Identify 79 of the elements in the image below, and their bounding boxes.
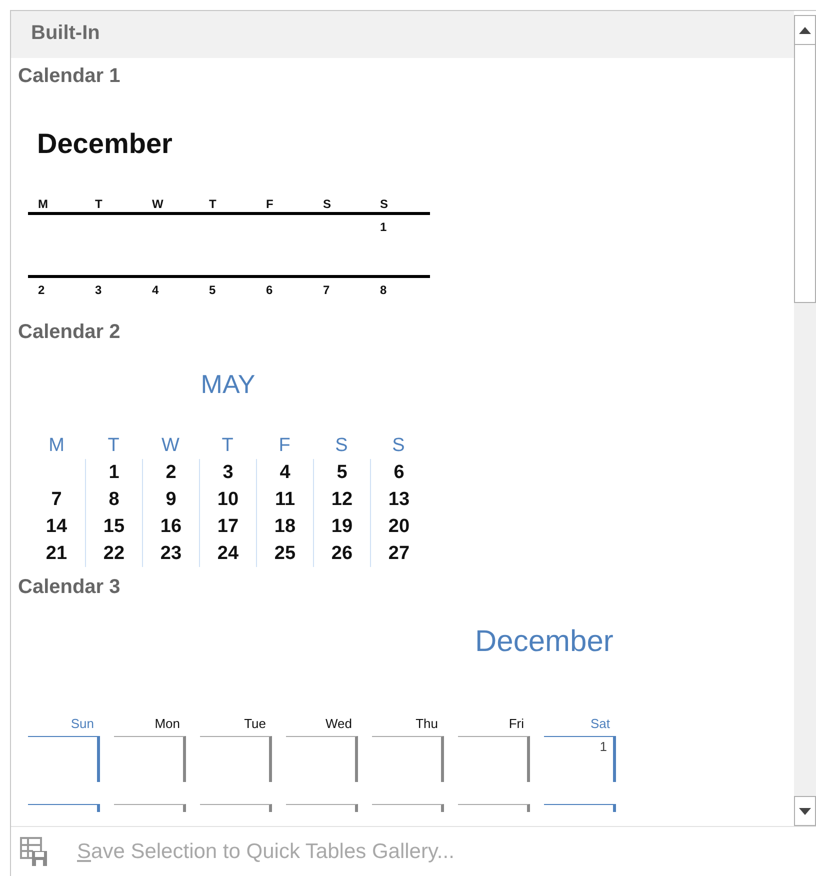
- day-number: 2: [38, 283, 45, 297]
- weekday-label: T: [208, 196, 218, 212]
- weekday-label: S: [322, 196, 332, 212]
- weekday-label: Sat: [590, 716, 610, 731]
- day-number: 13: [388, 489, 410, 510]
- weekday-label: S: [392, 435, 405, 456]
- weekday-label: M: [48, 435, 64, 456]
- weekday-label: F: [265, 196, 274, 212]
- day-number: 7: [323, 283, 330, 297]
- day-number: 4: [152, 283, 159, 297]
- day-cell: [200, 736, 272, 782]
- day-number: 10: [217, 489, 239, 510]
- down-arrow-icon: [799, 808, 811, 814]
- gallery-item-title: Calendar 3: [17, 575, 122, 600]
- weekday-label: Tue: [244, 716, 266, 731]
- weekday-label: Mon: [154, 716, 180, 731]
- group-header: Built-In: [11, 11, 794, 58]
- day-cell: [28, 736, 100, 782]
- weekday-label: T: [94, 196, 104, 212]
- day-cell: [458, 736, 530, 782]
- weekday-label: Thu: [416, 716, 438, 731]
- day-number: 6: [266, 283, 273, 297]
- weekday-label: T: [108, 435, 120, 456]
- weekday-label: F: [278, 435, 290, 456]
- day-number: 5: [209, 283, 216, 297]
- day-number: 9: [166, 489, 176, 510]
- day-number: 4: [280, 462, 290, 483]
- calendar-preview[interactable]: December Sun Mon Tue Wed Thu Fri Sat 1: [11, 606, 794, 812]
- day-number: 1: [600, 739, 607, 754]
- day-number: 12: [331, 489, 353, 510]
- day-cell: [372, 736, 444, 782]
- weekday-label: S: [335, 435, 348, 456]
- day-number: 3: [222, 462, 234, 483]
- day-number: 22: [103, 543, 125, 564]
- day-number: 3: [95, 283, 102, 297]
- gallery-item-title: Calendar 1: [17, 64, 122, 89]
- weekday-label: Fri: [508, 716, 524, 731]
- day-number: 14: [46, 516, 68, 537]
- weekday-label: S: [379, 196, 390, 212]
- month-title: MAY: [200, 369, 256, 399]
- day-number: 23: [160, 543, 182, 564]
- day-number: 11: [274, 489, 296, 510]
- weekday-label: T: [222, 435, 234, 456]
- day-number: 5: [336, 462, 348, 483]
- day-number: 25: [274, 543, 296, 564]
- month-title: December: [36, 127, 174, 161]
- weekday-label: Wed: [326, 716, 352, 731]
- day-number: 24: [217, 543, 239, 564]
- day-number: 21: [46, 543, 68, 564]
- day-number: 6: [394, 462, 404, 483]
- scroll-down-button[interactable]: [794, 796, 816, 826]
- day-cell: [114, 736, 186, 782]
- scroll-thumb[interactable]: [794, 45, 816, 303]
- day-number: 7: [51, 489, 62, 510]
- day-number: 1: [108, 462, 120, 483]
- scroll-up-button[interactable]: [794, 15, 816, 45]
- day-number: 8: [380, 283, 387, 297]
- day-number: 20: [388, 516, 410, 537]
- up-arrow-icon: [799, 26, 811, 34]
- table-save-icon: [19, 836, 49, 868]
- calendar-preview[interactable]: MAY M T W T F S S 1 2 3 4 5 6 7 8 9 10 11 12 13 14 15 16 17 18 19 20 21 22 23 24 25 26 27: [11, 351, 794, 569]
- weekday-label: M: [37, 196, 49, 212]
- day-number: 15: [103, 516, 125, 537]
- weekday-label: W: [162, 435, 180, 456]
- day-number: 8: [108, 489, 120, 510]
- month-title: December: [475, 625, 614, 658]
- day-number: 18: [274, 516, 296, 537]
- day-number: 2: [166, 462, 176, 483]
- gallery-item-title: Calendar 2: [17, 320, 122, 345]
- day-cell: [286, 736, 358, 782]
- day-number: 1: [380, 220, 387, 234]
- day-number: 17: [217, 516, 239, 537]
- day-number: 27: [388, 543, 410, 564]
- day-number: 26: [331, 543, 353, 564]
- weekday-label: Sun: [70, 716, 94, 731]
- day-number: 16: [160, 516, 182, 537]
- weekday-label: W: [151, 196, 164, 212]
- day-number: 19: [331, 516, 353, 537]
- calendar-preview[interactable]: December M T W T F S S 1 2 3 4 5 6 7 8: [11, 95, 794, 314]
